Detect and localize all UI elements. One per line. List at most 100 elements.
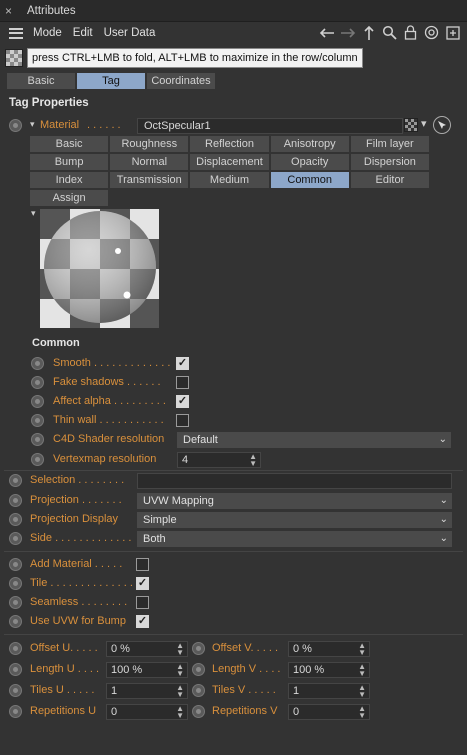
tile-keyframe-radio[interactable]	[9, 577, 22, 590]
tag-header-row: press CTRL+LMB to fold, ALT+LMB to maxim…	[0, 47, 467, 69]
tab-basic[interactable]: Basic	[7, 73, 75, 89]
menu-edit[interactable]: Edit	[73, 27, 93, 39]
stepper-arrows-icon[interactable]: ▲ ▼	[358, 663, 366, 678]
material-label: Material	[40, 119, 80, 131]
c4d-shader-res-dropdown[interactable]: Default ⌄	[177, 432, 451, 448]
use-uvw-bump-label: Use UVW for Bump	[30, 615, 126, 627]
tiles-u-label: Tiles U . . . . .	[30, 684, 95, 696]
shader-tab-assign[interactable]: Assign	[30, 190, 109, 206]
tiles-u-keyframe-radio[interactable]	[9, 684, 22, 697]
fake-shadows-keyframe-radio[interactable]	[31, 376, 44, 389]
projection-display-keyframe-radio[interactable]	[9, 513, 22, 526]
shader-tab-reflection[interactable]: Reflection	[190, 136, 269, 152]
shader-tab-opacity[interactable]: Opacity	[270, 154, 349, 170]
affect-alpha-keyframe-radio[interactable]	[31, 395, 44, 408]
use-uvw-bump-keyframe-radio[interactable]	[9, 615, 22, 628]
repetitions-v-stepper[interactable]: 0 ▲ ▼	[288, 704, 370, 720]
selection-keyframe-radio[interactable]	[9, 474, 22, 487]
repetitions-v-keyframe-radio[interactable]	[192, 705, 205, 718]
stepper-arrows-icon[interactable]: ▲ ▼	[358, 684, 366, 699]
preview-collapse-chevron-icon[interactable]: ▾	[31, 208, 36, 219]
stepper-arrows-icon[interactable]: ▲ ▼	[176, 642, 184, 657]
pick-target-icon[interactable]	[433, 116, 451, 134]
thin-wall-keyframe-radio[interactable]	[31, 414, 44, 427]
tab-coordinates[interactable]: Coordinates	[147, 73, 215, 89]
side-value: Both	[143, 533, 166, 545]
fake-shadows-checkbox[interactable]	[176, 376, 189, 389]
shader-tab-common[interactable]: Common	[270, 172, 349, 188]
shader-tab-bump[interactable]: Bump	[30, 154, 109, 170]
length-v-stepper[interactable]: 100 % ▲ ▼	[288, 662, 370, 678]
vertexmap-res-keyframe-radio[interactable]	[31, 453, 44, 466]
length-u-keyframe-radio[interactable]	[9, 663, 22, 676]
shader-tab-anisotropy[interactable]: Anisotropy	[270, 136, 349, 152]
material-menu-chevron-icon[interactable]: ▾	[421, 117, 427, 130]
forward-arrow-icon[interactable]	[339, 24, 356, 41]
side-keyframe-radio[interactable]	[9, 532, 22, 545]
shader-tab-medium[interactable]: Medium	[190, 172, 269, 188]
offset-v-keyframe-radio[interactable]	[192, 642, 205, 655]
offset-v-value: 0 %	[293, 643, 312, 655]
shader-tab-normal[interactable]: Normal	[110, 154, 189, 170]
projection-display-label: Projection Display	[30, 513, 119, 525]
hamburger-menu-icon[interactable]	[9, 27, 23, 39]
shader-tab-film-layer[interactable]: Film layer	[350, 136, 429, 152]
back-arrow-icon[interactable]	[318, 24, 335, 41]
stepper-arrows-icon[interactable]: ▲ ▼	[249, 453, 257, 468]
expand-chevron-icon[interactable]: ▾	[30, 119, 35, 130]
projection-keyframe-radio[interactable]	[9, 494, 22, 507]
side-dropdown[interactable]: Both ⌄	[137, 531, 452, 547]
offset-v-stepper[interactable]: 0 % ▲ ▼	[288, 641, 370, 657]
repetitions-v-label: Repetitions V	[212, 705, 278, 717]
projection-dropdown[interactable]: UVW Mapping ⌄	[137, 493, 452, 509]
material-field[interactable]: OctSpecular1	[137, 118, 403, 134]
menu-user-data[interactable]: User Data	[104, 27, 156, 39]
length-u-stepper[interactable]: 100 % ▲ ▼	[106, 662, 188, 678]
close-icon[interactable]: ×	[5, 4, 21, 18]
tab-tag[interactable]: Tag	[77, 73, 145, 89]
c4d-shader-res-keyframe-radio[interactable]	[31, 433, 44, 446]
vertexmap-res-stepper[interactable]: 4 ▲ ▼	[177, 452, 261, 468]
menu-mode[interactable]: Mode	[33, 27, 62, 39]
add-material-keyframe-radio[interactable]	[9, 558, 22, 571]
repetitions-u-keyframe-radio[interactable]	[9, 705, 22, 718]
target-icon[interactable]	[423, 24, 440, 41]
smooth-checkbox[interactable]: ✓	[176, 357, 189, 370]
projection-display-dropdown[interactable]: Simple ⌄	[137, 512, 452, 528]
smooth-keyframe-radio[interactable]	[31, 357, 44, 370]
tiles-u-stepper[interactable]: 1 ▲ ▼	[106, 683, 188, 699]
tiles-v-keyframe-radio[interactable]	[192, 684, 205, 697]
selection-field[interactable]	[137, 473, 452, 489]
stepper-arrows-icon[interactable]: ▲ ▼	[358, 642, 366, 657]
shader-tab-dispersion[interactable]: Dispersion	[350, 154, 429, 170]
shader-tab-editor[interactable]: Editor	[350, 172, 429, 188]
offset-u-keyframe-radio[interactable]	[9, 642, 22, 655]
stepper-arrows-icon[interactable]: ▲ ▼	[176, 663, 184, 678]
use-uvw-bump-checkbox[interactable]: ✓	[136, 615, 149, 628]
material-swatch-icon[interactable]	[404, 118, 418, 132]
shader-tab-index[interactable]: Index	[30, 172, 109, 188]
stepper-arrows-icon[interactable]: ▲ ▼	[176, 684, 184, 699]
affect-alpha-label: Affect alpha . . . . . . . . .	[53, 395, 166, 407]
tiles-v-stepper[interactable]: 1 ▲ ▼	[288, 683, 370, 699]
offset-u-stepper[interactable]: 0 % ▲ ▼	[106, 641, 188, 657]
stepper-arrows-icon[interactable]: ▲ ▼	[358, 705, 366, 720]
shader-tab-roughness[interactable]: Roughness	[110, 136, 189, 152]
search-icon[interactable]	[381, 24, 398, 41]
new-panel-icon[interactable]	[444, 24, 461, 41]
shader-tab-displacement[interactable]: Displacement	[190, 154, 269, 170]
stepper-arrows-icon[interactable]: ▲ ▼	[176, 705, 184, 720]
seamless-keyframe-radio[interactable]	[9, 596, 22, 609]
length-v-keyframe-radio[interactable]	[192, 663, 205, 676]
lock-icon[interactable]	[402, 24, 419, 41]
material-keyframe-radio[interactable]	[9, 119, 22, 132]
shader-tab-basic[interactable]: Basic	[30, 136, 109, 152]
add-material-checkbox[interactable]	[136, 558, 149, 571]
thin-wall-checkbox[interactable]	[176, 414, 189, 427]
affect-alpha-checkbox[interactable]: ✓	[176, 395, 189, 408]
repetitions-u-stepper[interactable]: 0 ▲ ▼	[106, 704, 188, 720]
up-arrow-icon[interactable]	[360, 24, 377, 41]
tile-checkbox[interactable]: ✓	[136, 577, 149, 590]
seamless-checkbox[interactable]	[136, 596, 149, 609]
shader-tab-transmission[interactable]: Transmission	[110, 172, 189, 188]
